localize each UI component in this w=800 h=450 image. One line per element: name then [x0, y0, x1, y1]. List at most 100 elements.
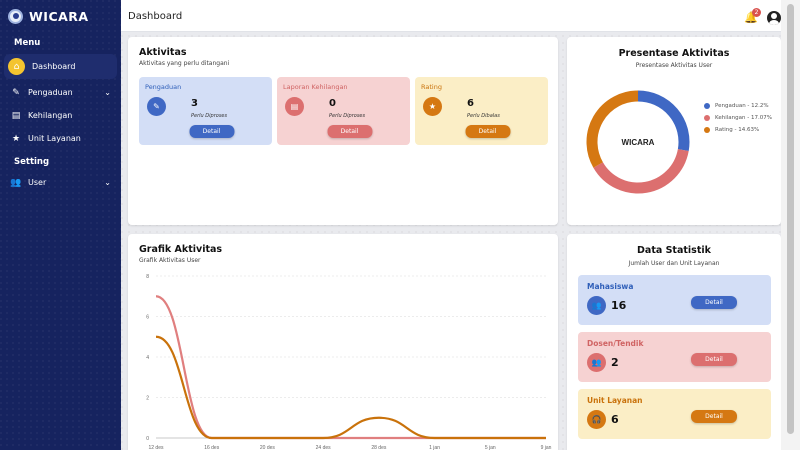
setting-section-label: Setting	[14, 157, 50, 167]
home-icon: ⌂	[8, 58, 25, 75]
scrollbar-thumb[interactable]	[787, 4, 794, 434]
summary-label: Rating	[421, 83, 442, 91]
stat-label: Unit Layanan	[587, 396, 643, 405]
edit-icon: ✎	[12, 87, 20, 98]
rating-detail-button[interactable]: Detail	[465, 125, 510, 138]
top-bar: Dashboard 🔔 2	[121, 0, 800, 32]
legend-label: Pengaduan - 12.2%	[715, 103, 769, 109]
summary-note: Perlu Diproses	[329, 113, 366, 119]
donut-slice	[586, 90, 639, 168]
sidebar-item-pengaduan[interactable]: ✎ Pengaduan ⌄	[0, 81, 121, 104]
summary-value: 3	[191, 98, 198, 109]
logo-icon	[8, 8, 23, 24]
grafik-subtitle: Grafik Aktivitas User	[139, 257, 201, 264]
avatar[interactable]	[767, 11, 781, 25]
legend-dot	[704, 115, 710, 121]
dosen-detail-button[interactable]: Detail	[691, 353, 737, 366]
sidebar-item-label: Dashboard	[32, 62, 76, 71]
legend-item-kehilangan: Kehilangan - 17.07%	[704, 112, 772, 124]
stat-label: Mahasiswa	[587, 282, 634, 291]
unit-layanan-stat-card: Unit Layanan 🎧 6 Detail	[578, 389, 771, 439]
stat-value: 16	[611, 299, 627, 312]
sidebar-item-label: Unit Layanan	[28, 134, 81, 143]
rating-summary-card: Rating ★ 6 Perlu Dibalas Detail	[415, 77, 548, 145]
brand[interactable]: WICARA	[0, 0, 121, 32]
sidebar-item-label: User	[28, 178, 47, 187]
scrollbar[interactable]	[781, 0, 800, 450]
brand-name: WICARA	[29, 8, 89, 24]
star-icon: ★	[11, 133, 21, 144]
x-tick-label: 16 des	[204, 445, 220, 450]
y-tick-label: 4	[146, 355, 149, 361]
pengaduan-detail-button[interactable]: Detail	[189, 125, 234, 138]
sidebar-item-kehilangan[interactable]: ▤ Kehilangan	[0, 104, 121, 127]
statistik-title: Data Statistik	[637, 245, 711, 256]
legend-item-rating: Rating - 14.63%	[704, 124, 772, 136]
grafik-card: Grafik Aktivitas Grafik Aktivitas User 8…	[128, 234, 558, 450]
x-tick-label: 12 des	[148, 445, 164, 450]
document-icon: ▤	[11, 110, 21, 121]
y-tick-label: 2	[146, 396, 149, 402]
legend-dot	[704, 103, 710, 109]
dosen-stat-card: Dosen/Tendik 👥 2 Detail	[578, 332, 771, 382]
legend-label: Kehilangan - 17.07%	[715, 115, 772, 121]
legend-item-pengaduan: Pengaduan - 12.2%	[704, 100, 772, 112]
aktivitas-card: Aktivitas Aktivitas yang perlu ditangani…	[128, 37, 558, 225]
document-icon: ▤	[285, 97, 304, 116]
kehilangan-summary-card: Laporan Kehilangan ▤ 0 Perlu Diproses De…	[277, 77, 410, 145]
pengaduan-summary-card: Pengaduan ✎ 3 Perlu Diproses Detail	[139, 77, 272, 145]
notification-badge: 2	[752, 8, 761, 17]
x-tick-label: 24 des	[316, 445, 332, 450]
edit-icon: ✎	[147, 97, 166, 116]
summary-label: Pengaduan	[145, 83, 182, 91]
line-chart: 8 6 4 2 0 12 des 16 des 20 des 24 des 28 des 1 jan…	[146, 274, 552, 450]
mahasiswa-detail-button[interactable]: Detail	[691, 296, 737, 309]
sidebar-item-dashboard[interactable]: ⌂ Dashboard	[4, 54, 117, 79]
series-line	[155, 335, 546, 440]
x-tick-label: 28 des	[371, 445, 387, 450]
series-line	[155, 295, 546, 440]
legend-dot	[704, 127, 710, 133]
statistik-card: Data Statistik Jumlah User dan Unit Laya…	[567, 234, 781, 450]
sidebar-item-label: Pengaduan	[28, 88, 73, 97]
users-icon: 👥	[10, 177, 22, 188]
headset-icon: 🎧	[587, 410, 606, 429]
summary-label: Laporan Kehilangan	[283, 83, 348, 91]
x-tick-label: 9 jan	[541, 445, 552, 450]
legend-label: Rating - 14.63%	[715, 127, 760, 133]
x-tick-label: 5 jan	[485, 445, 496, 450]
y-tick-label: 0	[146, 436, 149, 442]
sidebar-item-user[interactable]: 👥 User ⌄	[0, 171, 121, 194]
unit-layanan-detail-button[interactable]: Detail	[691, 410, 737, 423]
page-title: Dashboard	[128, 11, 183, 22]
star-icon: ★	[423, 97, 442, 116]
sidebar-item-unit-layanan[interactable]: ★ Unit Layanan	[0, 127, 121, 150]
donut-center-label: WICARA	[622, 138, 655, 147]
kehilangan-detail-button[interactable]: Detail	[327, 125, 372, 138]
y-tick-label: 6	[146, 315, 149, 321]
users-icon: 👥	[587, 353, 606, 372]
chevron-down-icon: ⌄	[104, 88, 111, 97]
summary-note: Perlu Diproses	[191, 113, 228, 119]
summary-note: Perlu Dibalas	[467, 113, 500, 119]
presentase-card: Presentase Aktivitas Presentase Aktivita…	[567, 37, 781, 225]
donut-slice	[593, 148, 689, 194]
stat-value: 2	[611, 356, 619, 369]
main-content: Dashboard 🔔 2 Aktivitas Aktivitas yang p…	[121, 0, 800, 450]
x-tick-label: 1 jan	[429, 445, 440, 450]
users-icon: 👥	[587, 296, 606, 315]
stat-label: Dosen/Tendik	[587, 339, 644, 348]
presentase-title: Presentase Aktivitas	[618, 48, 730, 59]
donut-legend: Pengaduan - 12.2% Kehilangan - 17.07% Ra…	[704, 100, 772, 136]
x-tick-label: 20 des	[260, 445, 276, 450]
presentase-subtitle: Presentase Aktivitas User	[635, 62, 713, 69]
summary-value: 0	[329, 98, 336, 109]
aktivitas-title: Aktivitas	[139, 47, 187, 58]
stat-value: 6	[611, 413, 619, 426]
aktivitas-subtitle: Aktivitas yang perlu ditangani	[139, 60, 230, 67]
donut-chart: WICARA	[586, 90, 690, 194]
menu-section-label: Menu	[14, 38, 41, 48]
statistik-subtitle: Jumlah User dan Unit Layanan	[628, 260, 720, 267]
sidebar: WICARA Menu ⌂ Dashboard ✎ Pengaduan ⌄ ▤ …	[0, 0, 121, 450]
sidebar-item-label: Kehilangan	[28, 111, 73, 120]
